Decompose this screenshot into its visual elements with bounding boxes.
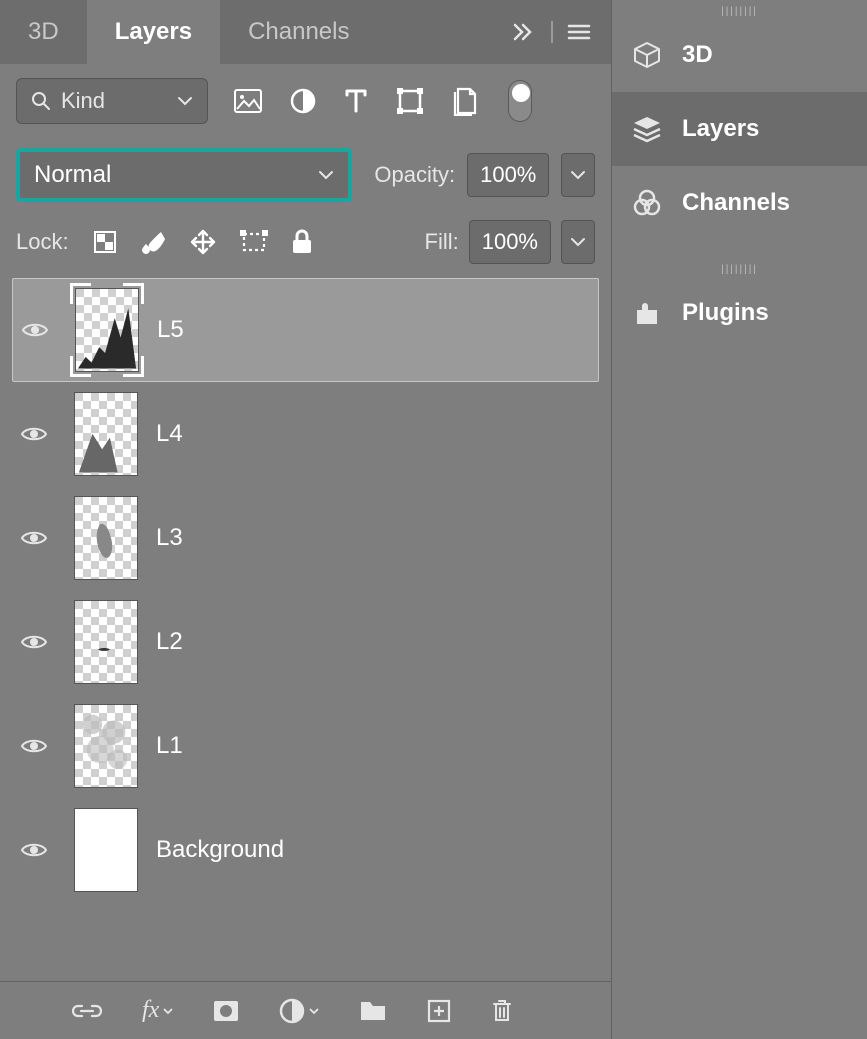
new-adjustment-icon[interactable] xyxy=(279,998,319,1024)
layer-name-label: L5 xyxy=(157,316,184,344)
layers-icon xyxy=(630,115,664,143)
cube-icon xyxy=(630,40,664,70)
tab-3d[interactable]: 3D xyxy=(0,0,87,64)
fill-label: Fill: xyxy=(425,229,459,255)
filter-toggle[interactable] xyxy=(508,80,532,122)
search-icon xyxy=(31,91,51,111)
filter-shape-icon[interactable] xyxy=(396,87,424,115)
layers-bottom-bar: fx xyxy=(0,981,611,1039)
channels-icon xyxy=(630,188,664,218)
layer-thumbnail[interactable] xyxy=(74,496,138,580)
visibility-eye-icon[interactable] xyxy=(20,737,56,755)
dock-item-plugins[interactable]: Plugins xyxy=(612,276,867,350)
dock-item-layers[interactable]: Layers xyxy=(612,92,867,166)
opacity-slider-button[interactable] xyxy=(561,153,595,197)
dock-item-3d[interactable]: 3D xyxy=(612,18,867,92)
blend-mode-value: Normal xyxy=(34,161,111,189)
new-layer-icon[interactable] xyxy=(427,999,451,1023)
layer-filter-row: Kind xyxy=(0,64,611,138)
add-mask-icon[interactable] xyxy=(213,1000,239,1022)
visibility-eye-icon[interactable] xyxy=(20,633,56,651)
layer-fx-icon[interactable]: fx xyxy=(142,997,173,1024)
layer-row[interactable]: L3 xyxy=(12,486,599,590)
opacity-label: Opacity: xyxy=(374,162,455,188)
collapse-panels-icon[interactable] xyxy=(513,23,537,41)
visibility-eye-icon[interactable] xyxy=(20,841,56,859)
right-dock: |||||||| 3D Layers Channels |||||||| Plu xyxy=(612,0,867,1039)
fill-slider-button[interactable] xyxy=(561,220,595,264)
layer-thumbnail[interactable] xyxy=(74,704,138,788)
blend-mode-dropdown[interactable]: Normal xyxy=(16,148,352,202)
filter-kind-label: Kind xyxy=(61,88,105,114)
tab-channels[interactable]: Channels xyxy=(220,0,377,64)
filter-kind-dropdown[interactable]: Kind xyxy=(16,78,208,124)
lock-transparent-icon[interactable] xyxy=(93,230,117,254)
dock-item-label: 3D xyxy=(682,41,713,69)
layer-thumbnail[interactable] xyxy=(74,808,138,892)
layer-row[interactable]: L5 xyxy=(12,278,599,382)
layer-name-label: Background xyxy=(156,836,284,864)
lock-position-icon[interactable] xyxy=(189,228,217,256)
layers-panel: 3D Layers Channels Kind xyxy=(0,0,612,1039)
chevron-down-icon xyxy=(177,96,193,106)
visibility-eye-icon[interactable] xyxy=(21,321,57,339)
layer-row[interactable]: L1 xyxy=(12,694,599,798)
lock-artboard-icon[interactable] xyxy=(239,229,269,255)
layer-name-label: L3 xyxy=(156,524,183,552)
panel-tabs: 3D Layers Channels xyxy=(0,0,611,64)
new-group-icon[interactable] xyxy=(359,1000,387,1022)
fill-input[interactable]: 100% xyxy=(469,220,551,264)
layers-list: L5 L4 L3 xyxy=(0,278,611,981)
layer-thumbnail[interactable] xyxy=(74,392,138,476)
visibility-eye-icon[interactable] xyxy=(20,529,56,547)
dock-item-channels[interactable]: Channels xyxy=(612,166,867,240)
layer-thumbnail[interactable] xyxy=(74,600,138,684)
filter-pixel-icon[interactable] xyxy=(234,89,262,113)
dock-item-label: Channels xyxy=(682,189,790,217)
filter-smartobject-icon[interactable] xyxy=(452,86,478,116)
blend-row: Normal Opacity: 100% xyxy=(0,138,611,214)
delete-layer-icon[interactable] xyxy=(491,998,513,1024)
dock-item-label: Plugins xyxy=(682,299,769,327)
layer-name-label: L4 xyxy=(156,420,183,448)
layer-name-label: L2 xyxy=(156,628,183,656)
layer-thumbnail[interactable] xyxy=(75,288,139,372)
dock-item-label: Layers xyxy=(682,115,759,143)
chevron-down-icon xyxy=(318,170,334,180)
filter-adjustment-icon[interactable] xyxy=(290,88,316,114)
lock-paint-icon[interactable] xyxy=(139,228,167,256)
panel-grabber[interactable]: |||||||| xyxy=(612,262,867,276)
filter-type-icon[interactable] xyxy=(344,88,368,114)
panel-menu-icon[interactable] xyxy=(567,23,591,41)
layer-row[interactable]: L2 xyxy=(12,590,599,694)
tab-layers[interactable]: Layers xyxy=(87,0,220,64)
lock-row: Lock: Fill: 100% xyxy=(0,214,611,278)
link-layers-icon[interactable] xyxy=(72,1002,102,1020)
visibility-eye-icon[interactable] xyxy=(20,425,56,443)
opacity-input[interactable]: 100% xyxy=(467,153,549,197)
layer-name-label: L1 xyxy=(156,732,183,760)
panel-grabber[interactable]: |||||||| xyxy=(612,4,867,18)
lock-label: Lock: xyxy=(16,229,69,255)
layer-row[interactable]: Background xyxy=(12,798,599,902)
plugin-icon xyxy=(630,300,664,326)
lock-all-icon[interactable] xyxy=(291,229,313,255)
layer-row[interactable]: L4 xyxy=(12,382,599,486)
